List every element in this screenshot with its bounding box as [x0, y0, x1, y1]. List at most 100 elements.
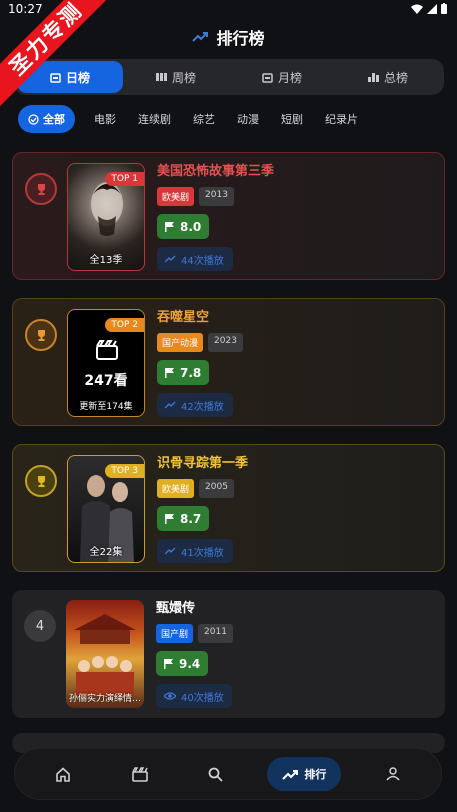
tab-monthly[interactable]: 月榜 [229, 61, 335, 93]
item-meta: 国产动漫 2023 [157, 333, 243, 352]
battery-icon [441, 3, 447, 14]
poster-image[interactable]: 孙俪实力演绎情… [66, 600, 144, 708]
category-all-label: 全部 [43, 113, 65, 126]
score-badge: 9.4 [156, 651, 209, 676]
tab-total[interactable]: 总榜 [335, 61, 441, 93]
poster-caption: 全13季 [89, 255, 123, 266]
clapper-icon [96, 340, 118, 360]
item-title[interactable]: 识骨寻踪第一季 [157, 455, 248, 473]
trophy-icon [37, 329, 45, 341]
user-icon [386, 767, 400, 781]
poster-image[interactable]: TOP 1 全13季 [67, 163, 145, 271]
category-movie[interactable]: 电影 [83, 105, 127, 133]
item-meta: 欧美剧 2005 [157, 479, 248, 498]
page-title: 排行榜 [216, 29, 265, 48]
flag-icon [164, 658, 173, 669]
nav-search[interactable] [191, 757, 241, 791]
tab-monthly-label: 月榜 [277, 70, 302, 85]
trending-icon [192, 32, 209, 42]
ranking-card[interactable]: TOP 2 247看 更新至174集 吞噬星空 国产动漫 2023 7.8 42… [12, 298, 445, 426]
play-count: 40次播放 [156, 684, 232, 708]
top-tag: TOP 3 [105, 464, 144, 478]
score-value: 8.0 [180, 219, 202, 234]
nav-profile[interactable] [368, 757, 418, 791]
top-tag: TOP 1 [105, 172, 144, 186]
trending-icon [165, 255, 176, 263]
item-title[interactable]: 甄嬛传 [156, 600, 233, 618]
eye-icon [164, 692, 176, 700]
category-anime[interactable]: 动漫 [226, 105, 270, 133]
genre-badge: 欧美剧 [157, 479, 195, 498]
trophy-badge [25, 173, 57, 205]
tab-weekly-label: 周榜 [171, 70, 196, 85]
tab-total-label: 总榜 [383, 70, 408, 85]
item-meta: 国产剧 2011 [156, 624, 233, 643]
flag-icon [165, 367, 174, 378]
item-info: 美国恐怖故事第三季 欧美剧 2013 8.0 44次播放 [157, 163, 274, 271]
play-count-text: 42次播放 [181, 401, 224, 413]
score-badge: 8.7 [157, 506, 210, 531]
period-tabs: 日榜 周榜 月榜 总榜 [14, 59, 444, 95]
rank-number: 4 [24, 610, 56, 642]
play-count: 42次播放 [157, 393, 233, 417]
category-tabs: 全部 电影 连续剧 综艺 动漫 短剧 纪录片 [18, 105, 369, 133]
genre-badge: 国产动漫 [157, 333, 204, 352]
score-value: 8.7 [180, 511, 202, 526]
nav-library[interactable] [115, 757, 165, 791]
year-badge: 2013 [199, 187, 234, 206]
ranking-card[interactable]: 4 孙俪实力演绎情… 甄嬛传 国产剧 2011 9.4 40次播放 [12, 590, 445, 718]
poster-caption: 全22集 [89, 547, 123, 558]
poster-image[interactable]: TOP 2 247看 更新至174集 [67, 309, 145, 417]
trophy-badge [25, 465, 57, 497]
bar-chart-icon [367, 73, 379, 82]
trophy-icon [37, 475, 45, 487]
signal-icon [427, 3, 437, 14]
play-count: 44次播放 [157, 247, 233, 271]
score-badge: 7.8 [157, 360, 210, 385]
ranking-card[interactable]: TOP 1 全13季 美国恐怖故事第三季 欧美剧 2013 8.0 44次播放 [12, 152, 445, 280]
ranking-card[interactable]: TOP 3 全22集 识骨寻踪第一季 欧美剧 2005 8.7 41次播放 [12, 444, 445, 572]
nav-home[interactable] [38, 757, 88, 791]
category-documentary[interactable]: 纪录片 [314, 105, 369, 133]
score-value: 9.4 [179, 656, 201, 671]
trophy-badge [25, 319, 57, 351]
play-count-text: 44次播放 [181, 255, 224, 267]
category-short[interactable]: 短剧 [270, 105, 314, 133]
year-badge: 2011 [198, 624, 233, 643]
tab-weekly[interactable]: 周榜 [123, 61, 229, 93]
calendar-icon [262, 72, 273, 83]
item-meta: 欧美剧 2013 [157, 187, 274, 206]
check-circle-icon [28, 113, 39, 125]
calendar-icon [50, 72, 61, 83]
year-badge: 2005 [199, 479, 234, 498]
item-title[interactable]: 美国恐怖故事第三季 [157, 163, 274, 181]
home-icon [56, 766, 70, 782]
poster-caption: 更新至174集 [79, 402, 133, 412]
nav-ranking-label: 排行 [304, 768, 327, 781]
view-count: 247看 [84, 373, 128, 389]
category-all[interactable]: 全部 [18, 105, 75, 133]
category-variety[interactable]: 综艺 [182, 105, 226, 133]
wifi-icon [411, 4, 423, 14]
columns-icon [155, 73, 167, 81]
tab-daily-label: 日榜 [65, 70, 90, 85]
clapper-icon [131, 766, 148, 782]
flag-icon [165, 513, 174, 524]
trending-icon [282, 769, 299, 780]
poster-image[interactable]: TOP 3 全22集 [67, 455, 145, 563]
play-count: 41次播放 [157, 539, 233, 563]
bottom-nav: 排行 [14, 748, 442, 800]
nav-ranking[interactable]: 排行 [267, 757, 342, 791]
year-badge: 2023 [208, 333, 243, 352]
play-count-text: 40次播放 [181, 692, 224, 704]
item-info: 识骨寻踪第一季 欧美剧 2005 8.7 41次播放 [157, 455, 248, 563]
item-title[interactable]: 吞噬星空 [157, 309, 243, 327]
play-count-text: 41次播放 [181, 547, 224, 559]
genre-badge: 国产剧 [156, 624, 194, 643]
flag-icon [165, 221, 174, 232]
genre-badge: 欧美剧 [157, 187, 195, 206]
item-info: 吞噬星空 国产动漫 2023 7.8 42次播放 [157, 309, 243, 417]
top-tag: TOP 2 [105, 318, 144, 332]
category-series[interactable]: 连续剧 [127, 105, 182, 133]
score-badge: 8.0 [157, 214, 210, 239]
